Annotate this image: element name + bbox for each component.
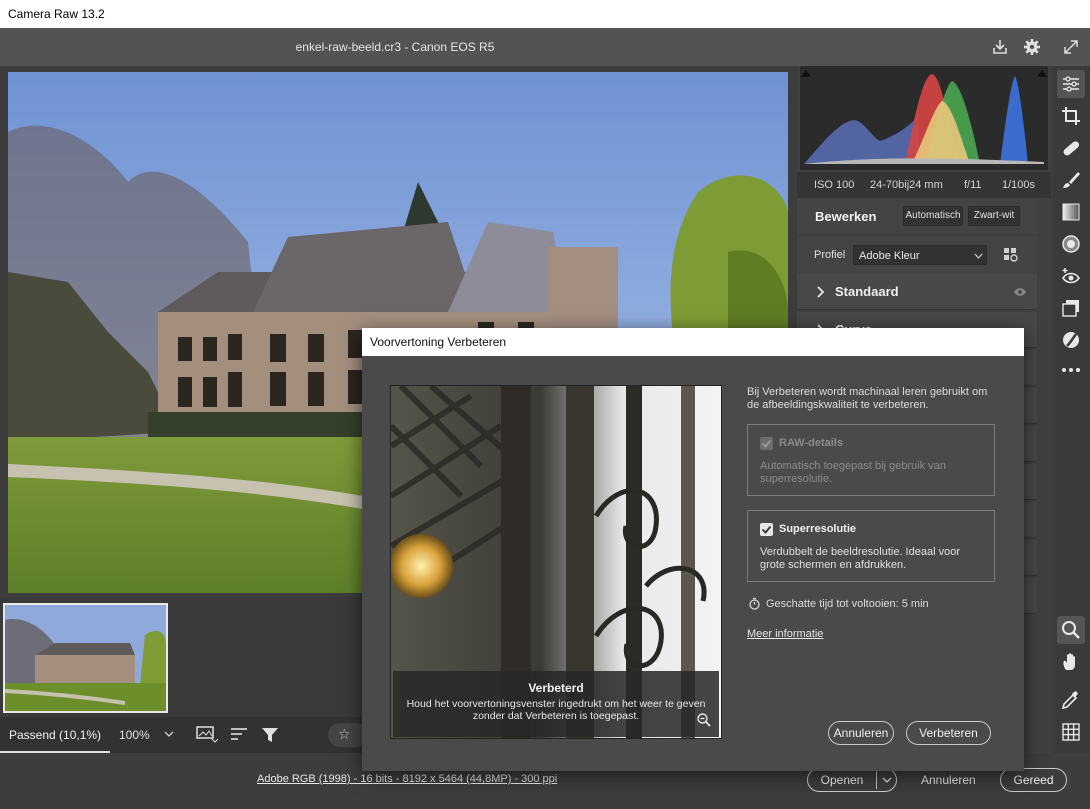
edit-title: Bewerken: [815, 209, 877, 224]
zoom-out-icon[interactable]: [696, 712, 712, 728]
done-button[interactable]: Gereed: [1000, 768, 1067, 792]
raw-details-option: RAW-details Automatisch toegepast bij ge…: [747, 424, 995, 496]
section-standaard-label: Standaard: [835, 284, 899, 299]
dialog-cancel-button[interactable]: Annuleren: [828, 721, 894, 745]
preview-caption-text: Houd het voorvertoningsvenster ingedrukt…: [406, 698, 706, 722]
split-divider: [876, 771, 877, 789]
crop-icon[interactable]: [1059, 104, 1083, 128]
chevron-down-icon: [974, 253, 983, 259]
window-title: Camera Raw 13.2: [8, 7, 105, 21]
filter-icon[interactable]: [261, 726, 279, 744]
dialog-intro: Bij Verbeteren wordt machinaal leren geb…: [747, 386, 988, 411]
super-resolution-label: Superresolutie: [779, 523, 857, 535]
exif-aperture: f/11: [964, 179, 982, 191]
eye-icon[interactable]: [1013, 287, 1027, 297]
preview-caption-title: Verbeterd: [528, 681, 584, 695]
super-resolution-description: Verdubbelt de beeldresolutie. Ideaal voo…: [760, 546, 960, 571]
healing-icon[interactable]: [1059, 136, 1083, 160]
redeye-icon[interactable]: [1059, 264, 1083, 288]
shadow-clip-warning-icon[interactable]: [800, 68, 812, 78]
hand-icon[interactable]: [1059, 650, 1083, 674]
more-info-link[interactable]: Meer informatie: [747, 628, 823, 641]
gear-icon[interactable]: [1022, 37, 1042, 57]
profile-dropdown[interactable]: Adobe Kleur: [853, 245, 987, 265]
stopwatch-icon: [749, 597, 760, 610]
raw-details-label: RAW-details: [779, 437, 843, 449]
sort-icon[interactable]: [230, 727, 248, 743]
workflow-options-link[interactable]: Adobe RGB (1998) - 16 bits - 8192 x 5464…: [257, 773, 557, 785]
filmstrip-thumbnail[interactable]: [3, 603, 168, 713]
fit-zoom-button[interactable]: Passend (10,1%): [0, 717, 110, 753]
profile-value: Adobe Kleur: [859, 250, 920, 262]
histogram: [800, 66, 1048, 170]
open-button[interactable]: Openen: [808, 769, 876, 791]
black-white-button[interactable]: Zwart-wit: [968, 206, 1020, 226]
section-standaard[interactable]: Standaard: [797, 274, 1037, 310]
profile-label: Profiel: [814, 249, 846, 261]
grid-icon[interactable]: [1059, 720, 1083, 744]
time-estimate: Geschatte tijd tot voltooien: 5 min: [766, 598, 929, 610]
fullscreen-icon[interactable]: [1061, 37, 1081, 57]
auto-button[interactable]: Automatisch: [903, 206, 963, 226]
enhance-preview-window[interactable]: Verbeterd Houd het voorvertoningsvenster…: [390, 385, 722, 739]
exif-bar: ISO 100 24-70bij24 mm f/11 1/100s: [797, 172, 1051, 198]
dialog-title: Voorvertoning Verbeteren: [370, 335, 507, 349]
check-icon: [761, 525, 772, 534]
zoom-value: 100%: [119, 728, 150, 742]
chevron-right-icon: [817, 286, 825, 298]
zoom-icon[interactable]: [1059, 618, 1083, 642]
open-button-group: Openen: [807, 768, 897, 792]
radial-icon[interactable]: [1059, 232, 1083, 256]
mask-icon[interactable]: [1059, 328, 1083, 352]
super-resolution-checkbox[interactable]: [760, 523, 773, 536]
filmstrip-view-icon[interactable]: [196, 726, 218, 744]
open-options-chevron-icon[interactable]: [882, 777, 892, 785]
exif-lens: 24-70bij24 mm: [870, 179, 943, 191]
fit-zoom-label: Passend (10,1%): [9, 728, 102, 742]
check-icon: [761, 439, 772, 448]
profile-row: Profiel Adobe Kleur: [797, 236, 1037, 274]
profile-browser-icon[interactable]: [1003, 247, 1019, 263]
raw-details-description: Automatisch toegepast bij gebruik van su…: [760, 460, 946, 485]
exif-iso: ISO 100: [814, 179, 855, 191]
dialog-title-bar: Voorvertoning Verbeteren: [362, 328, 1024, 356]
zoom-dropdown[interactable]: 100%: [112, 717, 178, 753]
preview-caption: Verbeterd Houd het voorvertoningsvenster…: [393, 671, 719, 737]
eyedropper-icon[interactable]: [1059, 688, 1083, 712]
star-icon: ☆: [338, 726, 351, 742]
super-resolution-option: Superresolutie Verdubbelt de beeldresolu…: [747, 510, 995, 582]
presets-icon[interactable]: [1059, 296, 1083, 320]
header-bar: enkel-raw-beeld.cr3 - Canon EOS R5: [0, 28, 1090, 66]
raw-details-checkbox[interactable]: [760, 437, 773, 450]
more-icon[interactable]: [1059, 358, 1083, 382]
edit-sliders-icon[interactable]: [1059, 72, 1083, 96]
chevron-down-icon: [164, 731, 174, 737]
window-title-bar: Camera Raw 13.2: [0, 0, 1090, 28]
file-title: enkel-raw-beeld.cr3 - Canon EOS R5: [295, 40, 495, 54]
enhance-button[interactable]: Verbeteren: [906, 721, 991, 745]
exif-shutter: 1/100s: [1002, 179, 1036, 191]
footer-cancel-button[interactable]: Annuleren: [921, 773, 976, 787]
brush-icon[interactable]: [1059, 168, 1083, 192]
gradient-icon[interactable]: [1059, 200, 1083, 224]
edit-header: Bewerken Automatisch Zwart-wit: [797, 198, 1037, 234]
save-icon[interactable]: [990, 37, 1010, 57]
highlight-clip-warning-icon[interactable]: [1036, 68, 1048, 78]
